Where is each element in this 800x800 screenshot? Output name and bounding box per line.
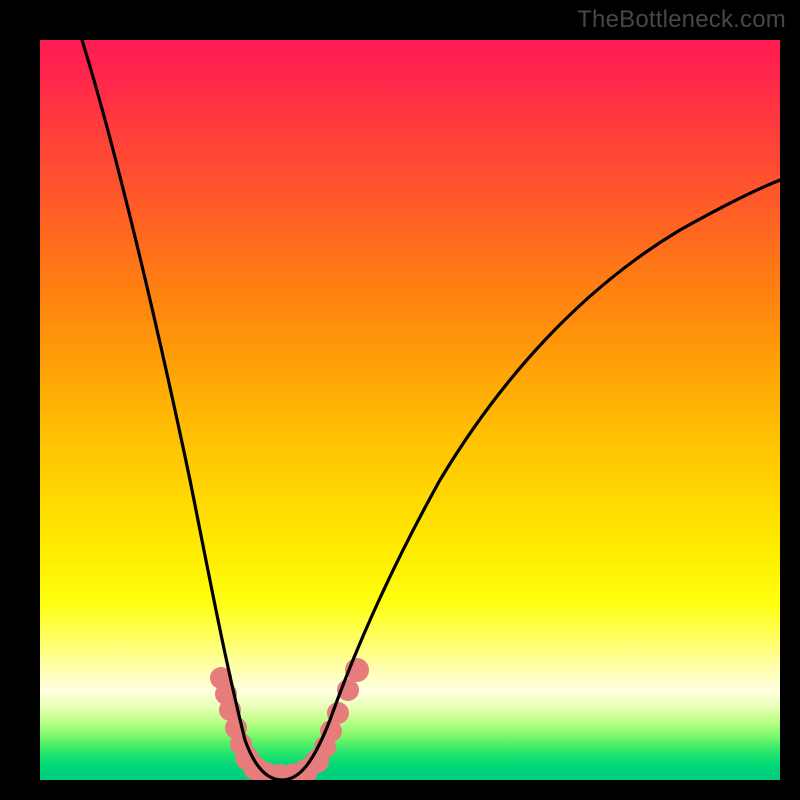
plot-area [40,40,780,780]
chart-frame: TheBottleneck.com [0,0,800,800]
curve-layer [40,40,780,780]
bottleneck-curve [82,40,780,780]
watermark: TheBottleneck.com [577,6,786,34]
